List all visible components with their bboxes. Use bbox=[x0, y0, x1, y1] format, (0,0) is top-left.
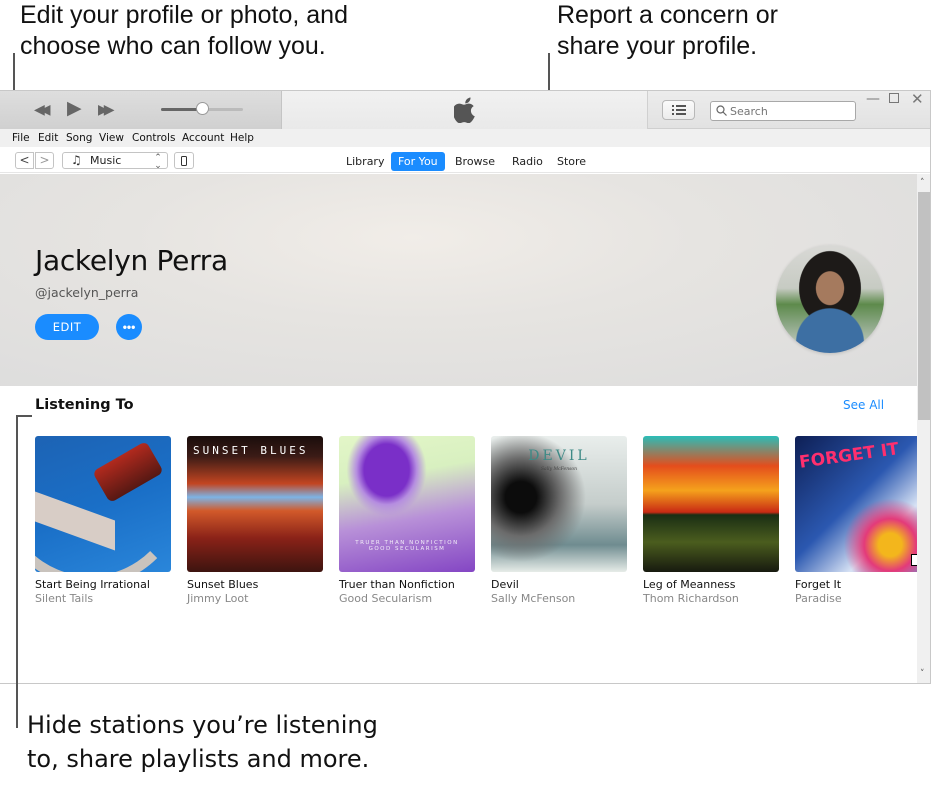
album-item[interactable]: FORGET IT Forget It Paradise bbox=[795, 436, 917, 605]
album-artwork[interactable]: TRUER THAN NONFICTION GOOD SECULARISM bbox=[339, 436, 475, 572]
lcd-display bbox=[282, 91, 648, 129]
callout-listening-options: Hide stations you’re listening to, share… bbox=[27, 711, 378, 773]
artwork-text: SUNSET BLUES bbox=[193, 444, 309, 457]
volume-slider[interactable] bbox=[161, 102, 243, 115]
navigation-bar: < > ♫ Music ⌃ ⌄ Library For You Browse Ra… bbox=[0, 147, 930, 173]
profile-avatar[interactable] bbox=[776, 245, 884, 353]
album-artwork[interactable]: FORGET IT bbox=[795, 436, 917, 572]
profile-name: Jackelyn Perra bbox=[35, 244, 228, 277]
menu-controls[interactable]: Controls bbox=[132, 129, 175, 147]
profile-handle: @jackelyn_perra bbox=[35, 285, 139, 300]
artwork-text: FORGET IT bbox=[798, 439, 901, 473]
menu-song[interactable]: Song bbox=[66, 129, 92, 147]
album-artwork[interactable]: SUNSET BLUES bbox=[187, 436, 323, 572]
album-artist[interactable]: Silent Tails bbox=[35, 592, 171, 605]
album-artist[interactable]: Paradise bbox=[795, 592, 917, 605]
album-artwork[interactable]: DEVIL Sally McFenson bbox=[491, 436, 627, 572]
album-artist[interactable]: Jimmy Loot bbox=[187, 592, 323, 605]
tab-for-you[interactable]: For You bbox=[391, 152, 445, 171]
list-icon bbox=[672, 105, 686, 115]
artwork-text: TRUER THAN NONFICTION GOOD SECULARISM bbox=[339, 540, 475, 552]
edit-profile-button[interactable]: EDIT bbox=[35, 314, 99, 340]
play-icon[interactable]: ▶ bbox=[67, 99, 82, 118]
callout-report-share: Report a concern or share your profile. bbox=[557, 1, 778, 60]
close-button[interactable]: ✕ bbox=[911, 91, 924, 108]
music-note-icon: ♫ bbox=[71, 153, 82, 167]
menu-file[interactable]: File bbox=[12, 129, 30, 147]
menu-help[interactable]: Help bbox=[230, 129, 254, 147]
main-content: Jackelyn Perra @jackelyn_perra EDIT ••• … bbox=[0, 174, 917, 683]
volume-knob[interactable] bbox=[196, 102, 209, 115]
callout-edit-profile: Edit your profile or photo, and choose w… bbox=[20, 1, 348, 60]
album-artwork[interactable] bbox=[643, 436, 779, 572]
album-item[interactable]: Leg of Meanness Thom Richardson bbox=[643, 436, 779, 605]
search-input[interactable] bbox=[710, 101, 856, 121]
apple-logo-icon bbox=[454, 97, 475, 123]
tab-library[interactable]: Library bbox=[339, 152, 391, 171]
title-bar: ◀◀ ▶ ▶▶ — ✕ bbox=[0, 91, 930, 129]
album-artist[interactable]: Good Secularism bbox=[339, 592, 475, 605]
maximize-button[interactable] bbox=[889, 93, 899, 103]
phone-icon bbox=[181, 156, 187, 166]
album-item[interactable]: TRUER THAN NONFICTION GOOD SECULARISM Tru… bbox=[339, 436, 475, 605]
menu-bar: File Edit Song View Controls Account Hel… bbox=[0, 129, 930, 147]
album-title: Devil bbox=[491, 578, 519, 591]
album-artwork[interactable] bbox=[35, 436, 171, 572]
profile-header: Jackelyn Perra @jackelyn_perra EDIT ••• bbox=[0, 174, 917, 386]
leader-line bbox=[16, 415, 32, 417]
artwork-subtitle: Sally McFenson bbox=[540, 467, 578, 472]
search-icon bbox=[716, 105, 727, 116]
listening-to-title: Listening To bbox=[35, 397, 134, 413]
back-button[interactable]: < bbox=[15, 152, 34, 169]
album-artist[interactable]: Thom Richardson bbox=[643, 592, 779, 605]
media-kind-select[interactable]: ♫ Music ⌃ ⌄ bbox=[62, 152, 168, 171]
menu-account[interactable]: Account bbox=[182, 129, 224, 147]
previous-track-icon[interactable]: ◀◀ bbox=[34, 101, 50, 119]
album-title: Truer than Nonfiction bbox=[339, 578, 455, 591]
scroll-down-icon[interactable]: ˅ bbox=[920, 669, 925, 679]
scroll-up-icon[interactable]: ˄ bbox=[920, 178, 925, 188]
itunes-window: ◀◀ ▶ ▶▶ — ✕ Fi bbox=[0, 90, 931, 684]
album-artist[interactable]: Sally McFenson bbox=[491, 592, 627, 605]
artwork-subtitle: GOOD SECULARISM bbox=[368, 546, 446, 552]
album-title: Start Being Irrational bbox=[35, 578, 150, 591]
album-title: Leg of Meanness bbox=[643, 578, 736, 591]
scrollbar-thumb[interactable] bbox=[918, 192, 930, 420]
up-next-list-button[interactable] bbox=[662, 100, 695, 120]
see-all-link[interactable]: See All bbox=[843, 398, 884, 412]
tab-store[interactable]: Store bbox=[550, 152, 593, 171]
album-item[interactable]: DEVIL Sally McFenson Devil Sally McFenson bbox=[491, 436, 627, 605]
minimize-button[interactable]: — bbox=[866, 91, 880, 107]
artwork-title: DEVIL bbox=[528, 448, 590, 464]
album-item[interactable]: SUNSET BLUES Sunset Blues Jimmy Loot bbox=[187, 436, 323, 605]
next-track-icon[interactable]: ▶▶ bbox=[98, 101, 114, 119]
leader-line bbox=[16, 415, 18, 728]
vertical-scrollbar[interactable]: ˄ ˅ bbox=[917, 174, 930, 683]
media-kind-label: Music bbox=[90, 154, 122, 167]
device-button[interactable] bbox=[174, 152, 194, 169]
album-title: Sunset Blues bbox=[187, 578, 259, 591]
tab-radio[interactable]: Radio bbox=[505, 152, 550, 171]
more-options-button[interactable]: ••• bbox=[116, 314, 142, 340]
album-item[interactable]: Start Being Irrational Silent Tails bbox=[35, 436, 171, 605]
tab-browse[interactable]: Browse bbox=[448, 152, 502, 171]
up-down-chevron-icon: ⌃ ⌄ bbox=[154, 153, 162, 171]
menu-edit[interactable]: Edit bbox=[38, 129, 58, 147]
album-title: Forget It bbox=[795, 578, 842, 591]
forward-button[interactable]: > bbox=[35, 152, 54, 169]
menu-view[interactable]: View bbox=[99, 129, 124, 147]
transport-controls: ◀◀ ▶ ▶▶ bbox=[0, 91, 282, 129]
